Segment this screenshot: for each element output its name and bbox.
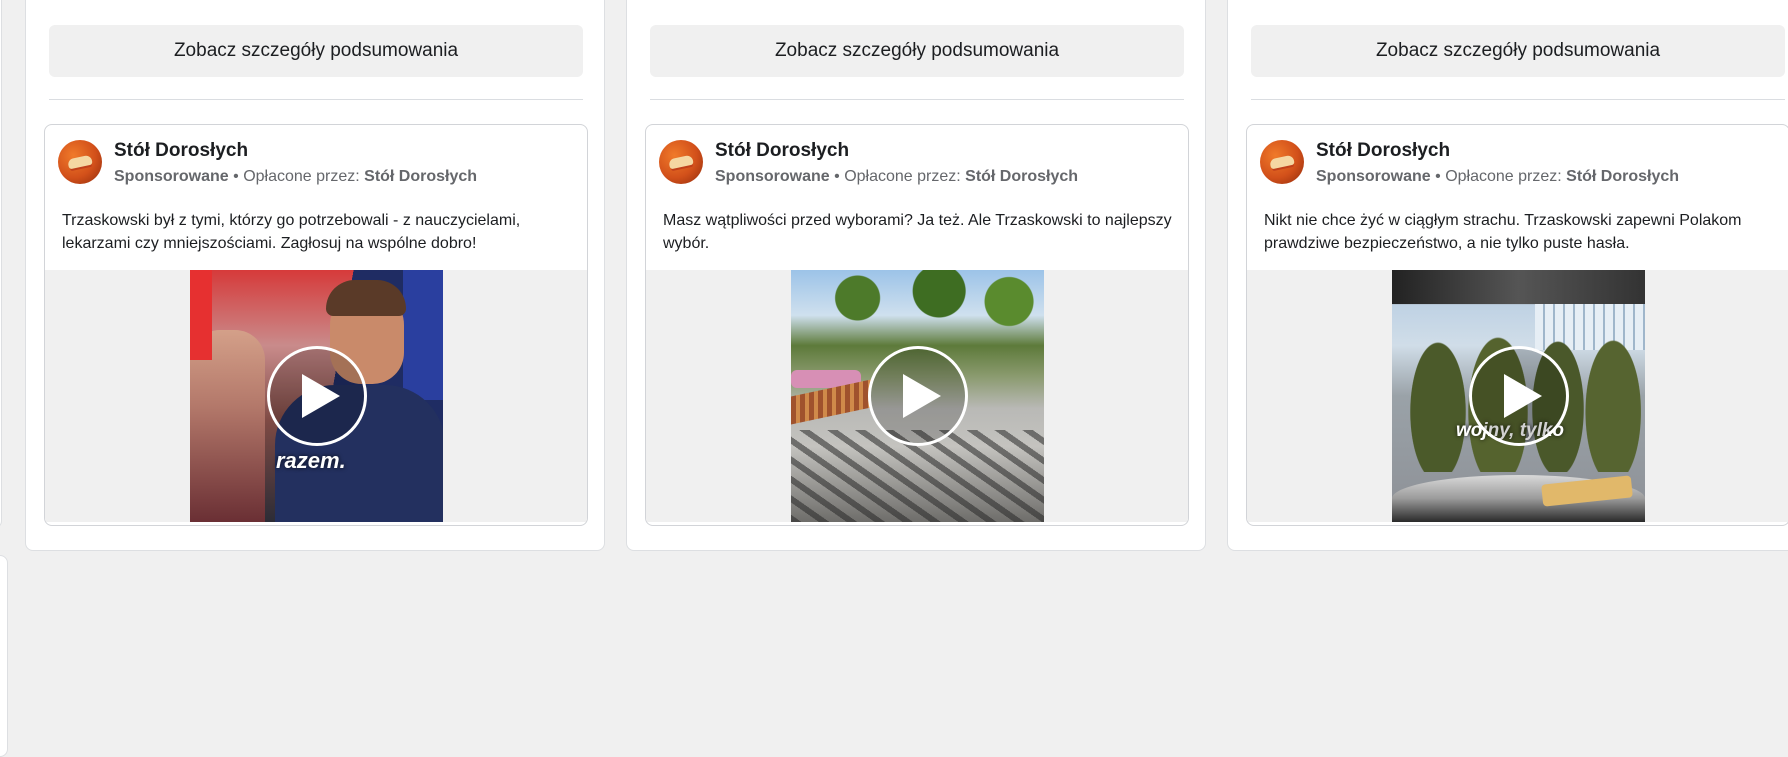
ad-video[interactable]: wojny, tylko (1392, 270, 1645, 522)
page-name[interactable]: Stół Dorosłych (715, 140, 849, 162)
play-icon (302, 374, 340, 418)
paid-by-prefix: Opłacone przez: (243, 168, 365, 185)
ad-video[interactable] (791, 270, 1044, 522)
ad-media: wojny, tylko (1247, 270, 1788, 522)
separator-dot: • (1430, 168, 1446, 185)
separator-dot: • (228, 168, 244, 185)
view-summary-details-button[interactable]: Zobacz szczegóły podsumowania (650, 25, 1184, 77)
play-button[interactable] (1468, 346, 1569, 446)
sponsored-label: Sponsorowane (114, 168, 229, 185)
view-summary-details-button[interactable]: Zobacz szczegóły podsumowania (1251, 25, 1785, 77)
sponsor-line: Sponsorowane • Opłacone przez: Stół Doro… (1316, 168, 1679, 186)
view-summary-details-button[interactable]: Zobacz szczegóły podsumowania (49, 25, 583, 77)
ad-body-text: Masz wątpliwości przed wyborami? Ja też.… (663, 212, 1172, 252)
video-speaker-hair (326, 280, 406, 316)
adjacent-card-edge (0, 0, 2, 528)
ad-column-3: Zobacz szczegóły podsumowania Stół Doros… (1227, 0, 1788, 551)
page-avatar[interactable] (1260, 140, 1304, 184)
separator-dot: • (829, 168, 845, 185)
table-logo-icon (668, 154, 694, 170)
page-avatar[interactable] (659, 140, 703, 184)
ad-media (646, 270, 1188, 522)
divider (49, 99, 583, 100)
sponsor-line: Sponsorowane • Opłacone przez: Stół Doro… (715, 168, 1078, 186)
sponsored-label: Sponsorowane (715, 168, 830, 185)
table-logo-icon (1269, 154, 1295, 170)
page-avatar[interactable] (58, 140, 102, 184)
adjacent-card-edge-lower (0, 555, 8, 757)
video-trees (811, 270, 1044, 340)
page-name[interactable]: Stół Dorosłych (1316, 140, 1450, 162)
table-logo-icon (67, 154, 93, 170)
paid-by-name: Stół Dorosłych (965, 168, 1079, 185)
ad-preview-card: Stół Dorosłych Sponsorowane • Opłacone p… (1246, 124, 1788, 526)
ad-column-2: Zobacz szczegóły podsumowania Stół Doros… (626, 0, 1206, 551)
sponsor-line: Sponsorowane • Opłacone przez: Stół Doro… (114, 168, 477, 186)
video-banner (403, 270, 443, 400)
play-icon (1504, 374, 1542, 418)
divider (650, 99, 1184, 100)
ad-column-1: Zobacz szczegóły podsumowania Stół Doros… (25, 0, 605, 551)
video-caption: razem. (276, 448, 346, 473)
page-name[interactable]: Stół Dorosłych (114, 140, 248, 162)
video-top-object (1392, 270, 1645, 304)
sponsored-label: Sponsorowane (1316, 168, 1431, 185)
divider (1251, 99, 1785, 100)
ad-body-text: Nikt nie chce żyć w ciągłym strachu. Trz… (1264, 212, 1742, 252)
play-button[interactable] (867, 346, 968, 446)
ad-body-text: Trzaskowski był z tymi, którzy go potrze… (62, 212, 521, 252)
paid-by-prefix: Opłacone przez: (844, 168, 966, 185)
video-flag (190, 270, 212, 360)
paid-by-name: Stół Dorosłych (1566, 168, 1680, 185)
paid-by-prefix: Opłacone przez: (1445, 168, 1567, 185)
ad-preview-card: Stół Dorosłych Sponsorowane • Opłacone p… (44, 124, 588, 526)
ad-preview-card: Stół Dorosłych Sponsorowane • Opłacone p… (645, 124, 1189, 526)
ad-media: razem. (45, 270, 587, 522)
play-button[interactable] (266, 346, 367, 446)
play-icon (903, 374, 941, 418)
paid-by-name: Stół Dorosłych (364, 168, 478, 185)
ad-video[interactable]: razem. (190, 270, 443, 522)
